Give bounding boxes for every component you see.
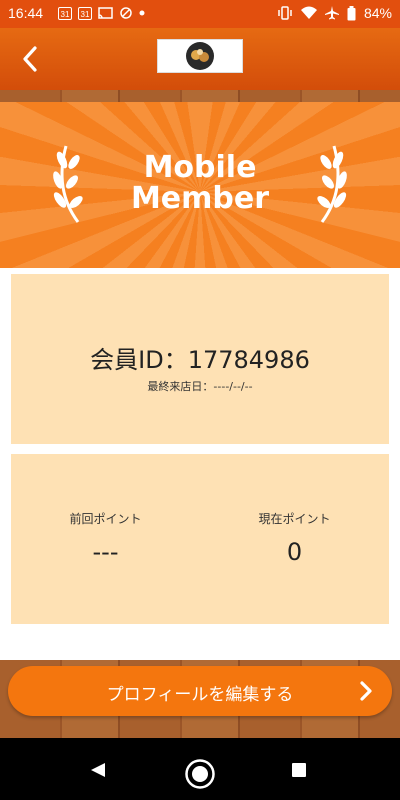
nav-back-icon[interactable] — [90, 762, 106, 778]
app-notification-icon — [120, 7, 132, 19]
member-id-card: 会員ID：17784986 最終来店日：----/--/-- — [11, 274, 389, 444]
nav-recents-icon[interactable] — [292, 763, 306, 777]
chevron-left-icon[interactable] — [16, 44, 46, 74]
system-nav-bar — [0, 738, 400, 800]
wifi-icon — [300, 6, 317, 19]
last-visit-date: 最終来店日：----/--/-- — [147, 380, 253, 393]
previous-points-label: 前回ポイント — [69, 512, 142, 526]
chevron-right-icon — [360, 681, 372, 701]
calendar-icon: 31 — [78, 6, 92, 20]
member-id: 会員ID：17784986 — [90, 346, 310, 374]
logo-emblem-icon — [186, 42, 214, 70]
current-points-value: 0 — [286, 538, 303, 566]
cast-icon — [98, 6, 113, 19]
status-right: 84% — [277, 5, 392, 21]
calendar-icon: 31 — [58, 6, 72, 20]
member-banner: Mobile Member — [0, 102, 400, 268]
nav-home-icon[interactable] — [184, 758, 216, 790]
battery-level: 84% — [363, 5, 392, 21]
dot-icon — [139, 10, 145, 16]
airplane-icon — [324, 6, 339, 20]
battery-icon — [347, 5, 356, 20]
previous-points-value: --- — [92, 538, 119, 566]
edit-profile-button[interactable]: プロフィールを編集する — [8, 666, 392, 716]
notification-icons: 31 31 — [58, 6, 145, 20]
vibrate-icon — [278, 6, 292, 20]
laurel-icon — [317, 145, 347, 223]
current-points-label: 現在ポイント — [258, 512, 331, 526]
points-card: 前回ポイント --- 現在ポイント 0 — [11, 454, 389, 624]
status-time: 16:44 — [8, 5, 44, 21]
app-header — [0, 28, 400, 90]
edit-profile-label: プロフィールを編集する — [106, 685, 294, 705]
wood-strip — [0, 90, 400, 102]
shop-logo — [157, 39, 243, 73]
status-bar: 16:44 31 31 84% — [0, 0, 400, 28]
